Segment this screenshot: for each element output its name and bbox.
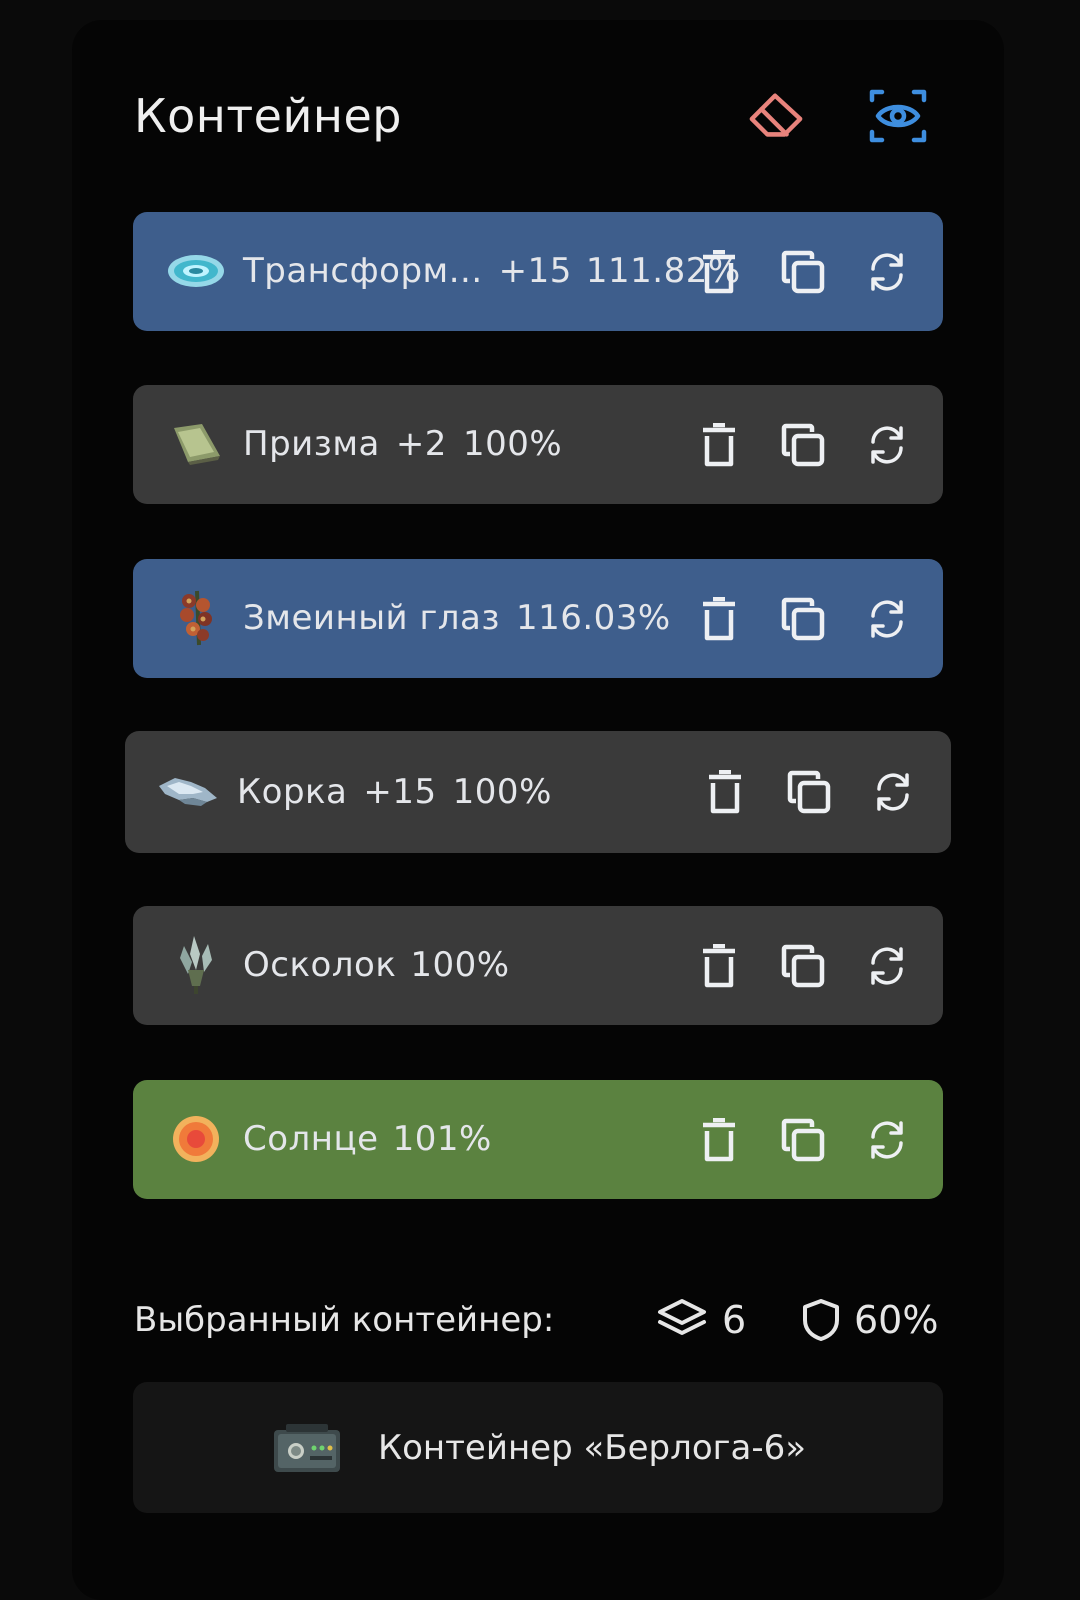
protection-value: 60% bbox=[854, 1298, 939, 1342]
artifact-percent: 100% bbox=[462, 424, 563, 464]
shield-icon bbox=[803, 1299, 839, 1341]
artifact-prism-icon bbox=[163, 411, 229, 477]
copy-button[interactable] bbox=[775, 938, 831, 994]
artifact-level: +15 bbox=[363, 772, 437, 812]
delete-button[interactable] bbox=[697, 764, 753, 820]
trash-icon bbox=[709, 770, 741, 814]
artifact-percent: 116.03% bbox=[515, 598, 671, 638]
artifact-level: +15 bbox=[498, 251, 572, 291]
trash-icon bbox=[703, 943, 735, 987]
artifact-level: +2 bbox=[395, 424, 447, 464]
container-name: Контейнер «Берлога-6» bbox=[377, 1427, 807, 1468]
artifact-percent: 101% bbox=[392, 1119, 492, 1159]
page-title: Контейнер bbox=[134, 89, 402, 143]
delete-button[interactable] bbox=[691, 244, 747, 300]
eraser-icon bbox=[749, 93, 803, 137]
container-selector-content: Контейнер «Берлога-6» bbox=[133, 1382, 943, 1513]
copy-icon bbox=[781, 1118, 825, 1161]
artifact-name: Змеиный глаз bbox=[243, 598, 500, 638]
trash-icon bbox=[703, 1117, 735, 1161]
copy-icon bbox=[781, 944, 825, 987]
trash-icon bbox=[703, 422, 735, 466]
copy-icon bbox=[787, 770, 831, 814]
delete-button[interactable] bbox=[691, 1112, 747, 1168]
row-actions bbox=[663, 906, 915, 1025]
replace-button[interactable] bbox=[859, 591, 915, 647]
row-actions bbox=[669, 731, 921, 853]
refresh-icon bbox=[871, 252, 903, 291]
copy-button[interactable] bbox=[775, 417, 831, 473]
artifact-row[interactable]: Призма +2 100% bbox=[133, 385, 943, 504]
artifact-label: Корка +15 100% bbox=[237, 731, 552, 853]
artifact-percent: 100% bbox=[410, 945, 510, 985]
artifact-name: Трансформ... bbox=[243, 251, 483, 291]
artifact-row[interactable]: Трансформ... +15 111.82% bbox=[133, 212, 943, 331]
refresh-icon bbox=[871, 1120, 903, 1159]
selected-container-label: Выбранный контейнер: bbox=[134, 1300, 555, 1340]
replace-button[interactable] bbox=[859, 1112, 915, 1168]
copy-button[interactable] bbox=[775, 1112, 831, 1168]
delete-button[interactable] bbox=[691, 591, 747, 647]
eye-scan-icon bbox=[869, 89, 927, 143]
refresh-icon bbox=[871, 599, 903, 638]
protection-stat: 60% bbox=[802, 1290, 938, 1350]
view-button[interactable] bbox=[868, 86, 928, 146]
row-actions bbox=[663, 212, 915, 331]
artifact-name: Солнце bbox=[243, 1119, 379, 1159]
artifact-name: Призма bbox=[243, 424, 380, 464]
replace-button[interactable] bbox=[859, 417, 915, 473]
artifact-row[interactable]: Змеиный глаз 116.03% bbox=[133, 559, 943, 678]
artifact-label: Змеиный глаз 116.03% bbox=[243, 559, 671, 678]
artifact-row[interactable]: Корка +15 100% bbox=[125, 731, 951, 853]
artifact-sun-icon bbox=[163, 1106, 229, 1172]
delete-button[interactable] bbox=[691, 417, 747, 473]
copy-icon bbox=[781, 423, 825, 466]
replace-button[interactable] bbox=[859, 244, 915, 300]
replace-button[interactable] bbox=[859, 938, 915, 994]
artifact-name: Корка bbox=[237, 772, 348, 812]
row-actions bbox=[663, 1080, 915, 1199]
layers-icon bbox=[658, 1299, 706, 1335]
clear-button[interactable] bbox=[746, 86, 806, 146]
artifact-name: Осколок bbox=[243, 945, 397, 985]
artifact-label: Солнце 101% bbox=[243, 1080, 492, 1199]
slots-count: 6 bbox=[722, 1298, 747, 1342]
artifact-transformer-icon bbox=[163, 238, 229, 304]
artifact-shard-icon bbox=[163, 932, 229, 998]
artifact-percent: 100% bbox=[452, 772, 552, 812]
artifact-label: Осколок 100% bbox=[243, 906, 510, 1025]
refresh-icon bbox=[877, 773, 909, 811]
slots-stat: 6 bbox=[656, 1290, 746, 1350]
refresh-icon bbox=[871, 425, 903, 464]
copy-button[interactable] bbox=[775, 244, 831, 300]
row-actions bbox=[663, 559, 915, 678]
container-box-icon bbox=[273, 1423, 340, 1472]
copy-icon bbox=[781, 597, 825, 640]
copy-button[interactable] bbox=[775, 591, 831, 647]
refresh-icon bbox=[871, 946, 903, 985]
delete-button[interactable] bbox=[691, 938, 747, 994]
trash-icon bbox=[703, 249, 735, 293]
row-actions bbox=[663, 385, 915, 504]
trash-icon bbox=[703, 596, 735, 640]
header: Контейнер bbox=[134, 80, 942, 152]
artifact-crust-icon bbox=[155, 759, 221, 825]
copy-icon bbox=[781, 250, 825, 293]
replace-button[interactable] bbox=[865, 764, 921, 820]
artifact-snake-eye-icon bbox=[163, 585, 229, 651]
artifact-row[interactable]: Солнце 101% bbox=[133, 1080, 943, 1199]
selected-container-summary: Выбранный контейнер: 6 60% bbox=[134, 1290, 942, 1350]
artifact-row[interactable]: Осколок 100% bbox=[133, 906, 943, 1025]
copy-button[interactable] bbox=[781, 764, 837, 820]
container-selector[interactable]: Контейнер «Берлога-6» bbox=[133, 1382, 943, 1513]
artifact-label: Призма +2 100% bbox=[243, 385, 562, 504]
